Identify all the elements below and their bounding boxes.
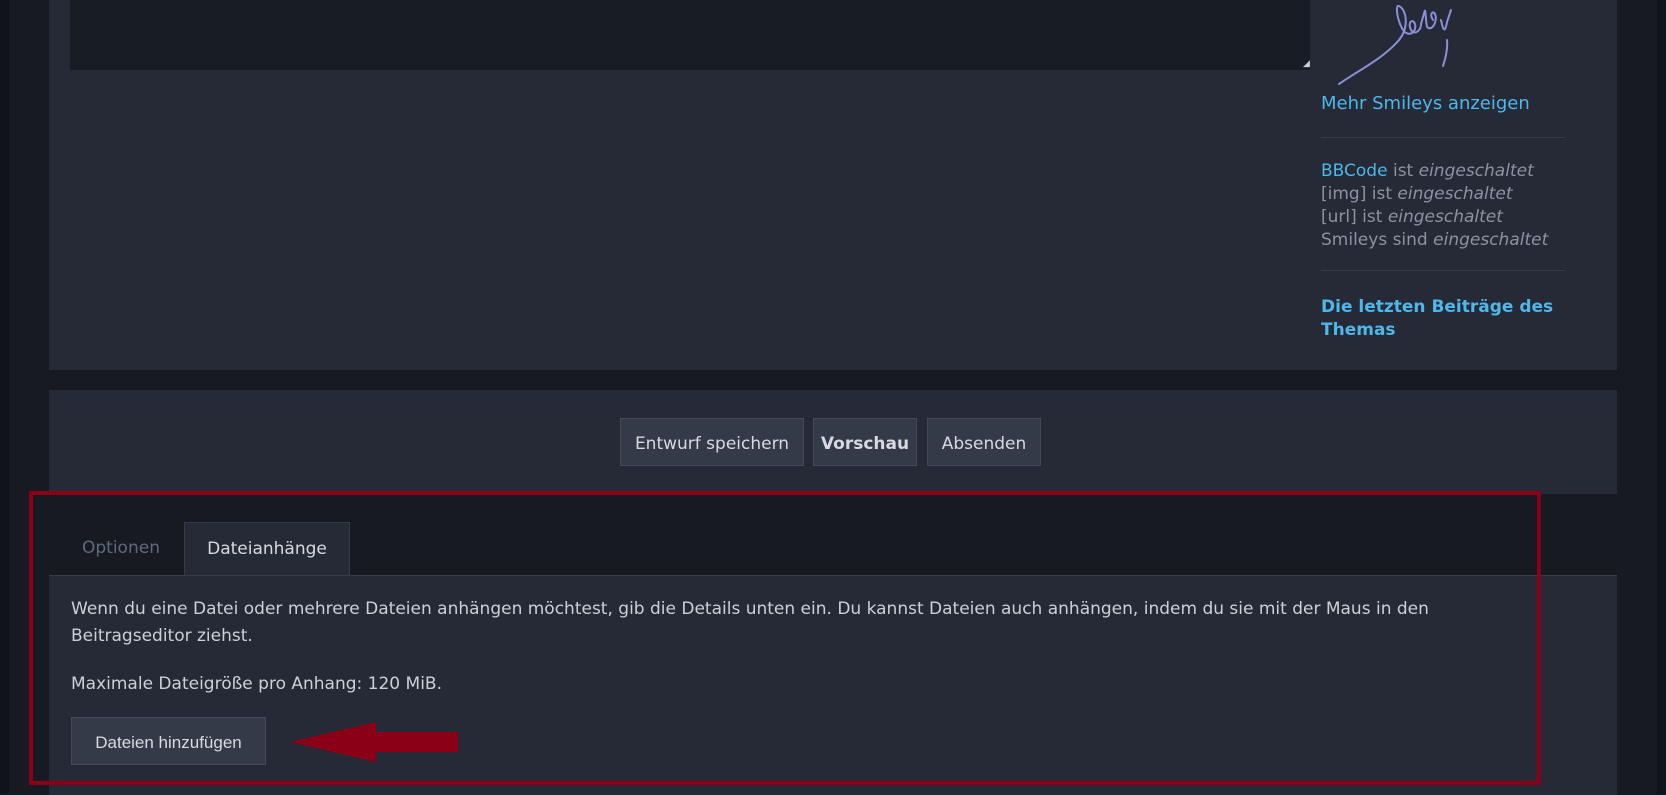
img-state: eingeschaltet <box>1397 184 1513 204</box>
save-draft-button[interactable]: Entwurf speichern <box>620 418 804 466</box>
url-prefix: [url] ist <box>1321 207 1383 227</box>
page-gutter-left <box>0 0 9 794</box>
page-gutter-right <box>1657 0 1666 794</box>
sidebar-divider <box>1321 270 1565 271</box>
url-status-line: [url] ist eingeschaltet <box>1321 206 1548 229</box>
bbcode-status-line: BBCode ist eingeschaltet <box>1321 160 1548 183</box>
img-prefix: [img] ist <box>1321 184 1392 204</box>
left-arrow-icon <box>290 722 458 762</box>
resize-grip-icon[interactable]: ◢ <box>1303 60 1311 69</box>
bbcode-status: BBCode ist eingeschaltet [img] ist einge… <box>1321 160 1548 252</box>
sidebar-divider <box>1321 137 1565 138</box>
more-smileys-link[interactable]: Mehr Smileys anzeigen <box>1321 93 1530 114</box>
smileys-state: eingeschaltet <box>1433 230 1549 250</box>
preview-button[interactable]: Vorschau <box>813 418 917 466</box>
editor-sidebar: Mehr Smileys anzeigen BBCode ist eingesc… <box>1321 0 1577 370</box>
latest-posts-link[interactable]: Die letzten Beiträge des Themas <box>1321 296 1561 342</box>
url-state: eingeschaltet <box>1387 207 1503 227</box>
signature-image <box>1338 4 1452 85</box>
bbcode-link[interactable]: BBCode <box>1321 161 1388 181</box>
highlight-box <box>29 491 1541 785</box>
message-textarea[interactable] <box>70 0 1310 70</box>
submit-button[interactable]: Absenden <box>927 418 1041 466</box>
smileys-prefix: Smileys sind <box>1321 230 1428 250</box>
smileys-status-line: Smileys sind eingeschaltet <box>1321 229 1548 252</box>
bbcode-suffix: ist <box>1392 161 1414 181</box>
action-bar: Entwurf speichern Vorschau Absenden <box>49 390 1617 494</box>
bbcode-state: eingeschaltet <box>1418 161 1534 181</box>
img-status-line: [img] ist eingeschaltet <box>1321 183 1548 206</box>
editor-panel: ◢ Mehr Smileys anzeigen BBCode ist einge… <box>49 0 1617 370</box>
